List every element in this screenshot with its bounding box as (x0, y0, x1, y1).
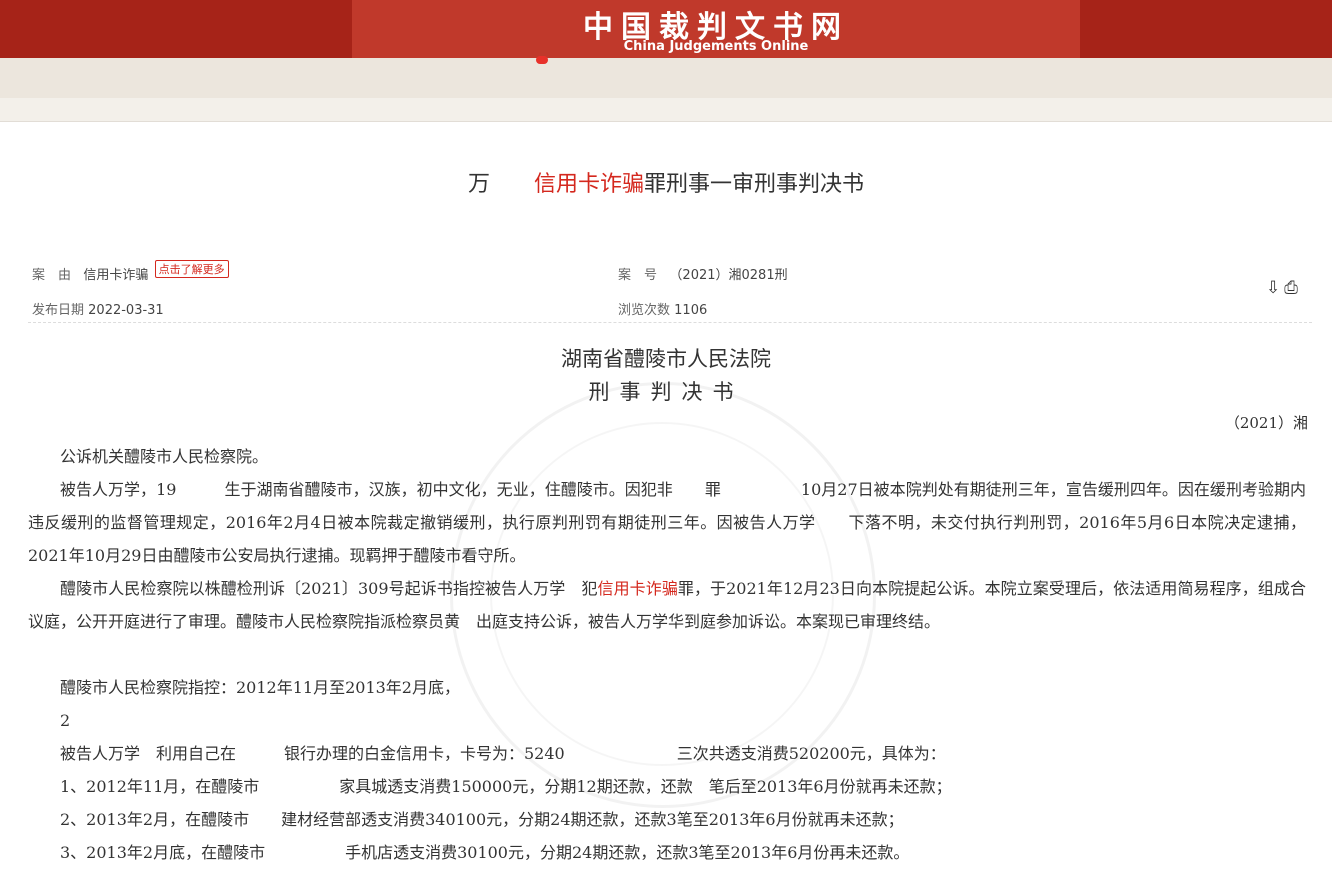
indictment-text-pre: 醴陵市人民检察院以株醴检刑诉〔2021〕309号起诉书指控被告人万学 犯 (60, 579, 598, 598)
more-info-tag[interactable]: 点击了解更多 (154, 260, 229, 278)
case-number-label: 案 号 (618, 268, 658, 283)
list-item: 1、2012年11月，在醴陵市 家具城透支消费150000元，分期12期还款，还… (60, 777, 952, 796)
paragraph-number: 2 (60, 711, 71, 730)
document-type: 刑事判决书 (588, 380, 744, 404)
site-banner[interactable]: 中国裁判文书网 China Judgements Online (352, 0, 1080, 58)
cause-row: 案 由 信用卡诈骗 点击了解更多 (32, 260, 229, 284)
document-page: 万信用卡诈骗罪刑事一审刑事判决书 案 由 信用卡诈骗 点击了解更多 案 号 （2… (0, 121, 1332, 882)
download-icon[interactable]: ⇩ (1266, 278, 1280, 298)
meta-divider (28, 322, 1312, 323)
document-title: 万 信用卡诈骗罪刑事一审刑事判决书 (0, 166, 1332, 198)
title-prefix: 万 (467, 172, 490, 197)
court-name: 湖南省醴陵市人民法院 (561, 347, 771, 371)
view-count-value: 1106 (674, 303, 708, 318)
paragraph-indictment: 醴陵市人民检察院以株醴检刑诉〔2021〕309号起诉书指控被告人万学 犯信用卡诈… (28, 572, 1306, 638)
title-suffix: 罪刑事一审刑事判决书 (644, 172, 865, 197)
action-icons: ⇩ ⎙ (1266, 278, 1302, 298)
red-mark-decoration (536, 56, 548, 64)
indictment-highlight: 信用卡诈骗 (597, 579, 678, 598)
case-number-value: （2021）湘0281刑 (669, 268, 788, 283)
publish-date-value: 2022-03-31 (88, 303, 164, 318)
paragraph-charge: 醴陵市人民检察院指控：2012年11月至2013年2月底， (60, 678, 460, 697)
view-count-row: 浏览次数 1106 (618, 299, 707, 318)
paragraph-defendant: 被告人万学，19 生于湖南省醴陵市，汉族，初中文化，无业，住醴陵市。因犯非 罪 … (28, 480, 1306, 565)
list-item: 3、2013年2月底，在醴陵市 手机店透支消费30100元，分期24期还款，还款… (60, 843, 910, 862)
cause-value: 信用卡诈骗 (83, 268, 149, 283)
document-number: （2021）湘 (1224, 414, 1308, 432)
publish-date-label: 发布日期 (32, 303, 85, 318)
sub-bar (0, 58, 1332, 98)
publish-date-row: 发布日期 2022-03-31 (32, 299, 164, 318)
title-highlight: 信用卡诈骗 (533, 172, 644, 197)
case-number-row: 案 号 （2021）湘0281刑 (618, 264, 788, 283)
print-icon[interactable]: ⎙ (1284, 278, 1298, 298)
site-name-en: China Judgements Online (623, 39, 809, 54)
cause-label: 案 由 (32, 268, 72, 283)
list-item: 2、2013年2月，在醴陵市 建材经营部透支消费340100元，分期24期还款，… (60, 810, 904, 829)
view-count-label: 浏览次数 (618, 303, 671, 318)
paragraph-prosecutor: 公诉机关醴陵市人民检察院。 (60, 447, 269, 466)
paragraph-card: 被告人万学 利用自己在 银行办理的白金信用卡，卡号为：5240 三次共透支消费5… (60, 744, 946, 763)
